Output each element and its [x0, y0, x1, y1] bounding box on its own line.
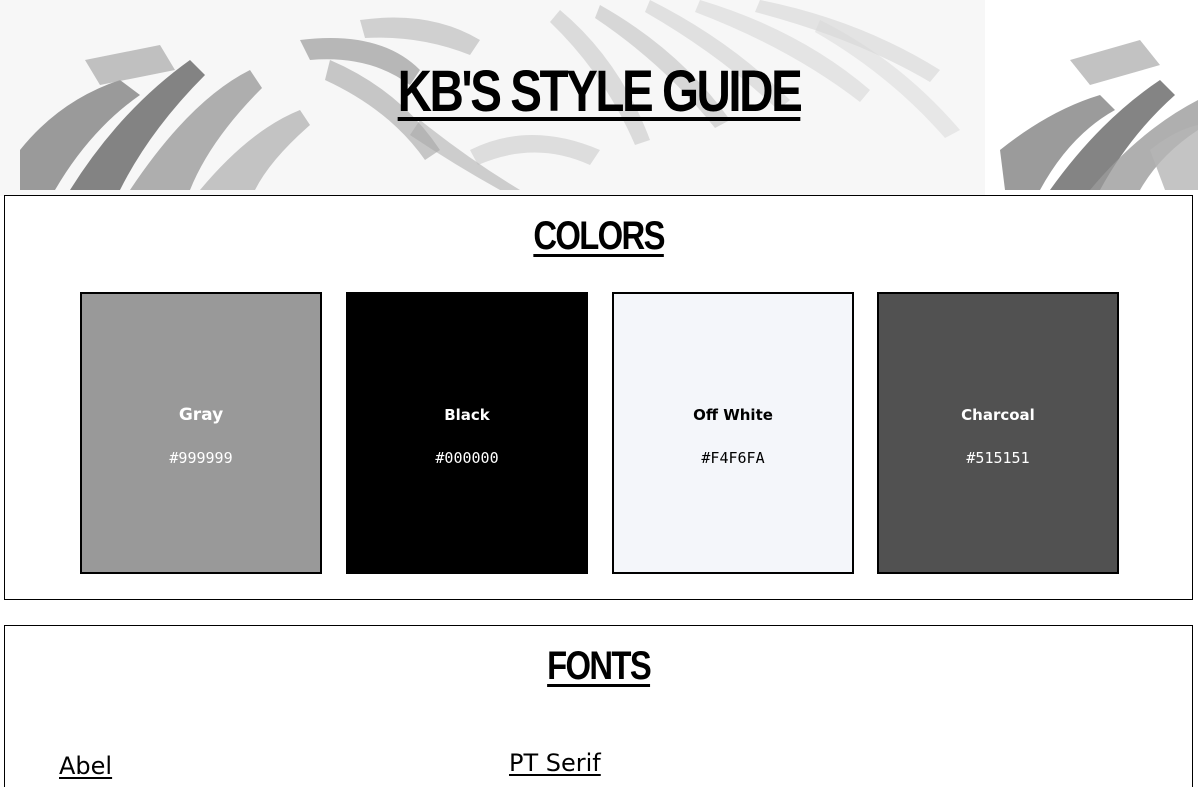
color-swatch-gray: Gray #999999 [80, 292, 322, 574]
font-link-abel[interactable]: Abel [59, 752, 112, 780]
page-title-text: KB'S STYLE GUIDE [397, 59, 803, 124]
swatch-name: Charcoal [961, 406, 1035, 424]
swatch-name: Off White [693, 406, 773, 424]
colors-heading: COLORS [112, 214, 1085, 259]
color-swatch-black: Black #000000 [346, 292, 588, 574]
swatch-name: Gray [178, 405, 224, 425]
page-title: KB'S STYLE GUIDE [108, 58, 1090, 125]
swatch-hex: #999999 [169, 449, 233, 467]
fonts-section: FONTS Abel PT Serif [4, 625, 1193, 787]
fonts-heading-text: FONTS [547, 644, 652, 688]
font-link-pt-serif[interactable]: PT Serif [509, 749, 601, 777]
style-guide-page: KB'S STYLE GUIDE COLORS Gray #999999 Bla… [0, 0, 1198, 787]
fonts-heading: FONTS [112, 644, 1085, 689]
color-swatch-off-white: Off White #F4F6FA [612, 292, 854, 574]
swatch-name: Black [444, 406, 490, 424]
colors-section: COLORS Gray #999999 Black #000000 Off Wh… [4, 195, 1193, 600]
swatch-hex: #000000 [435, 449, 499, 467]
color-swatch-charcoal: Charcoal #515151 [877, 292, 1119, 574]
swatch-hex: #515151 [966, 449, 1030, 467]
swatch-hex: #F4F6FA [701, 449, 765, 467]
header-banner: KB'S STYLE GUIDE [0, 0, 1198, 196]
colors-heading-text: COLORS [533, 214, 665, 258]
